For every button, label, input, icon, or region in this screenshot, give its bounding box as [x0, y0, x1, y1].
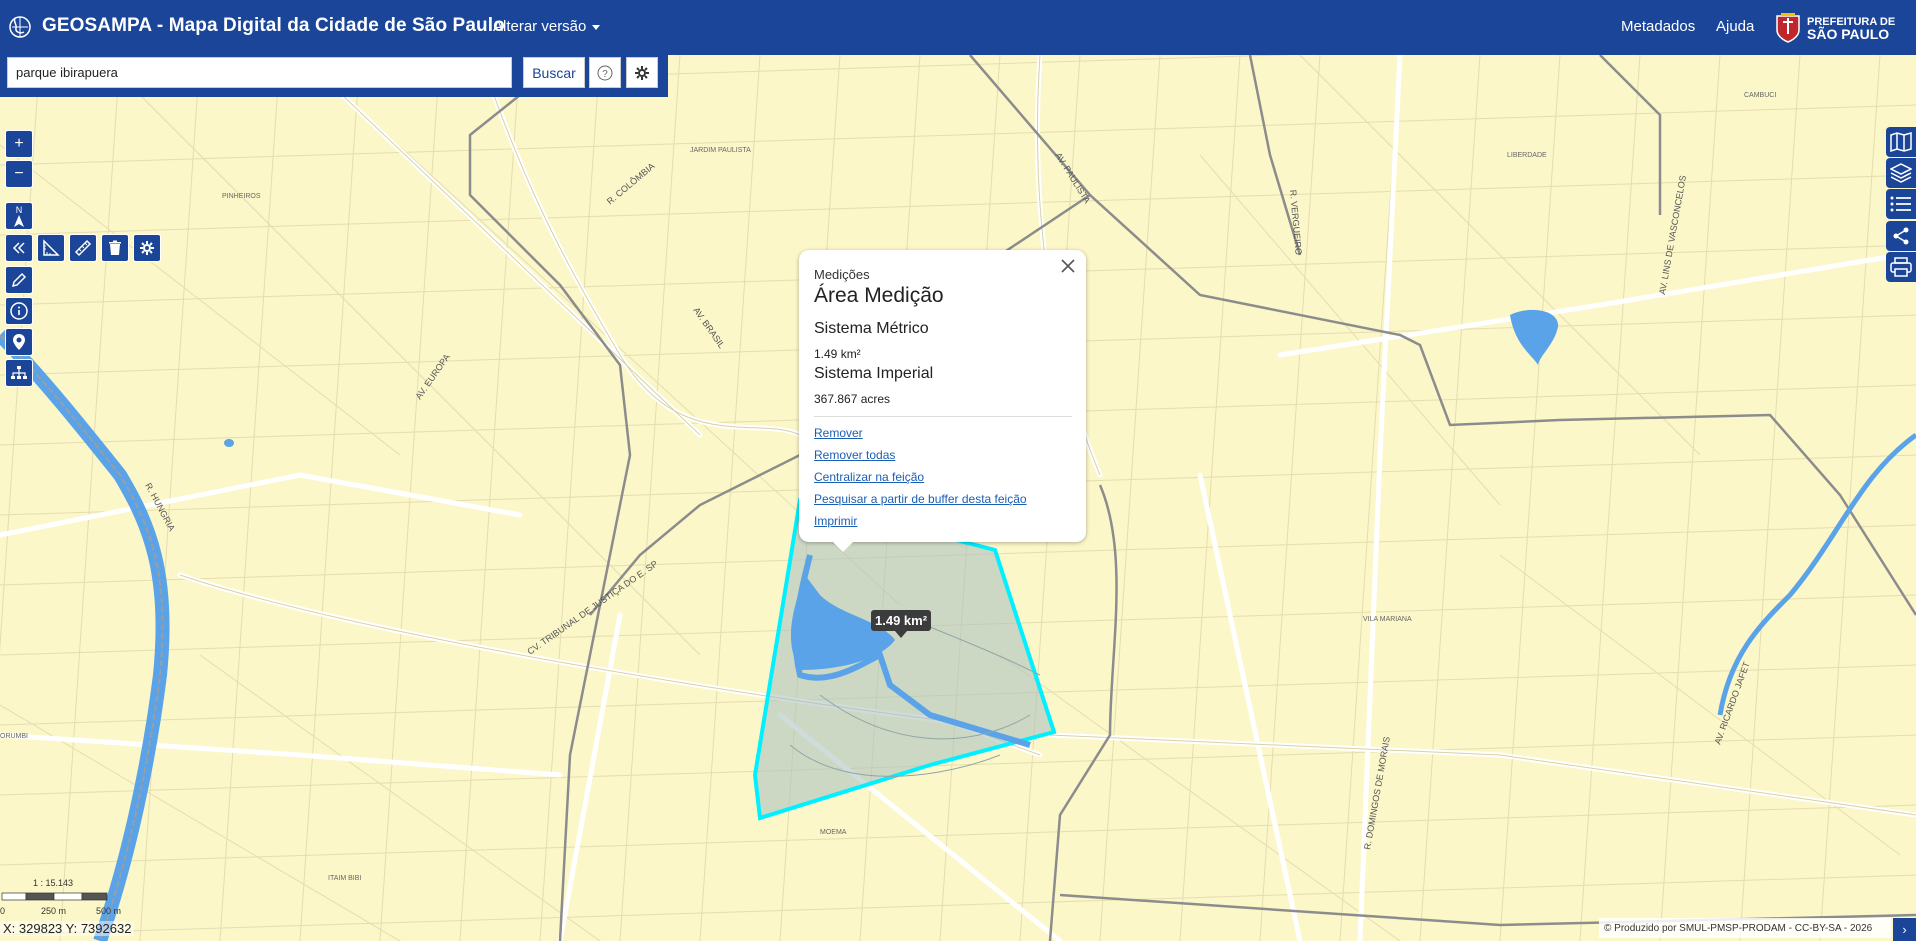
pencil-icon — [11, 272, 27, 288]
basemap-button[interactable] — [1886, 127, 1916, 157]
popup-divider — [814, 416, 1072, 417]
scale-ratio: 1 : 15.143 — [33, 878, 74, 888]
popup-subtitle: Medições — [814, 267, 870, 282]
north-button[interactable]: N — [5, 202, 33, 230]
zoom-in-button[interactable]: + — [5, 130, 33, 158]
measure-tooltip: 1.49 km² — [871, 610, 932, 638]
layers-icon — [1890, 163, 1912, 183]
app-title: GEOSAMPA - Mapa Digital da Cidade de São… — [42, 15, 505, 36]
measurement-popup: Medições Área Medição Sistema Métrico 1.… — [799, 250, 1086, 552]
logo-line2: SÃO PAULO — [1807, 26, 1890, 42]
popup-title: Área Medição — [814, 284, 944, 307]
version-dropdown[interactable]: Alterar versão — [493, 18, 600, 35]
scale-tick-250: 250 m — [41, 906, 67, 916]
measure-settings-button[interactable] — [133, 234, 161, 262]
hierarchy-button[interactable] — [5, 359, 33, 387]
scale-bar — [1, 892, 108, 901]
popup-close-button[interactable] — [1058, 256, 1078, 276]
coordinates-readout: X: 329823 Y: 7392632 — [0, 921, 135, 936]
print-button[interactable] — [1886, 252, 1916, 282]
brand[interactable]: GEOSAMPA - Mapa Digital da Cidade de São… — [8, 12, 505, 40]
north-arrow-icon — [14, 214, 24, 227]
sitemap-icon — [11, 366, 27, 379]
label-moema: MOEMA — [820, 829, 847, 836]
delete-measure-button[interactable] — [101, 234, 129, 262]
center-feature-link[interactable]: Centralizar na feição — [814, 466, 1072, 488]
marker-icon — [13, 334, 25, 350]
area-measure-button[interactable] — [37, 234, 65, 262]
ruler-icon — [74, 239, 92, 257]
draw-button[interactable] — [5, 266, 33, 294]
label-cambuci: CAMBUCI — [1744, 92, 1776, 99]
scale-tick-500: 500 m — [96, 906, 122, 916]
info-button[interactable] — [5, 297, 33, 325]
collapse-tools-button[interactable] — [5, 234, 33, 262]
share-button[interactable] — [1886, 221, 1916, 251]
attribution-toggle-button[interactable]: › — [1893, 918, 1916, 941]
nav-metadados[interactable]: Metadados — [1621, 18, 1695, 35]
label-itaim-bibi: ITAIM BIBI — [328, 875, 361, 882]
question-icon: ? — [597, 65, 613, 80]
share-icon — [1893, 227, 1909, 245]
geosampa-logo-icon — [9, 16, 31, 38]
remove-all-link[interactable]: Remover todas — [814, 444, 1072, 466]
search-settings-button[interactable] — [626, 57, 658, 88]
gear-icon — [140, 241, 154, 255]
info-icon — [10, 302, 28, 320]
close-icon — [1061, 259, 1075, 273]
buffer-search-link[interactable]: Pesquisar a partir de buffer desta feiçã… — [814, 488, 1072, 510]
north-label: N — [15, 204, 23, 215]
search-button[interactable]: Buscar — [523, 57, 585, 88]
remove-link[interactable]: Remover — [814, 422, 1072, 444]
print-link[interactable]: Imprimir — [814, 510, 1072, 532]
coat-of-arms-icon — [1776, 13, 1800, 43]
metric-heading: Sistema Métrico — [814, 320, 929, 337]
metric-value: 1.49 km² — [814, 347, 861, 361]
list-icon — [1890, 196, 1911, 212]
zoom-out-button[interactable]: − — [5, 160, 33, 188]
search-bar: Buscar ? — [0, 55, 668, 97]
collapse-icon — [12, 242, 25, 254]
nav-ajuda[interactable]: Ajuda — [1716, 18, 1754, 35]
label-vila-mariana: VILA MARIANA — [1363, 616, 1412, 623]
map-icon — [1890, 132, 1912, 152]
trash-icon — [109, 240, 121, 255]
location-button[interactable] — [5, 328, 33, 356]
print-icon — [1890, 257, 1912, 277]
distance-measure-button[interactable] — [69, 234, 97, 262]
help-button[interactable]: ? — [589, 57, 621, 88]
search-input[interactable] — [7, 57, 512, 88]
attribution: © Produzido por SMUL-PMSP-PRODAM - CC-BY… — [1599, 918, 1891, 938]
prefeitura-logo[interactable]: PREFEITURA DE SÃO PAULO — [1775, 12, 1895, 44]
imperial-value: 367.867 acres — [814, 392, 891, 406]
label-orumbi: ORUMBI — [0, 733, 28, 740]
label-pinheiros: PINHEIROS — [222, 193, 261, 200]
gear-icon — [635, 65, 649, 80]
imperial-heading: Sistema Imperial — [814, 365, 934, 382]
scale-tick-0: 0 — [0, 906, 6, 916]
label-liberdade: LIBERDADE — [1507, 152, 1547, 159]
svg-text:?: ? — [602, 69, 608, 80]
layers-button[interactable] — [1886, 158, 1916, 188]
label-jardim-paulista: JARDIM PAULISTA — [690, 147, 751, 154]
area-measure-icon — [43, 239, 60, 256]
legend-button[interactable] — [1886, 189, 1916, 219]
header-bar: GEOSAMPA - Mapa Digital da Cidade de São… — [0, 0, 1916, 55]
